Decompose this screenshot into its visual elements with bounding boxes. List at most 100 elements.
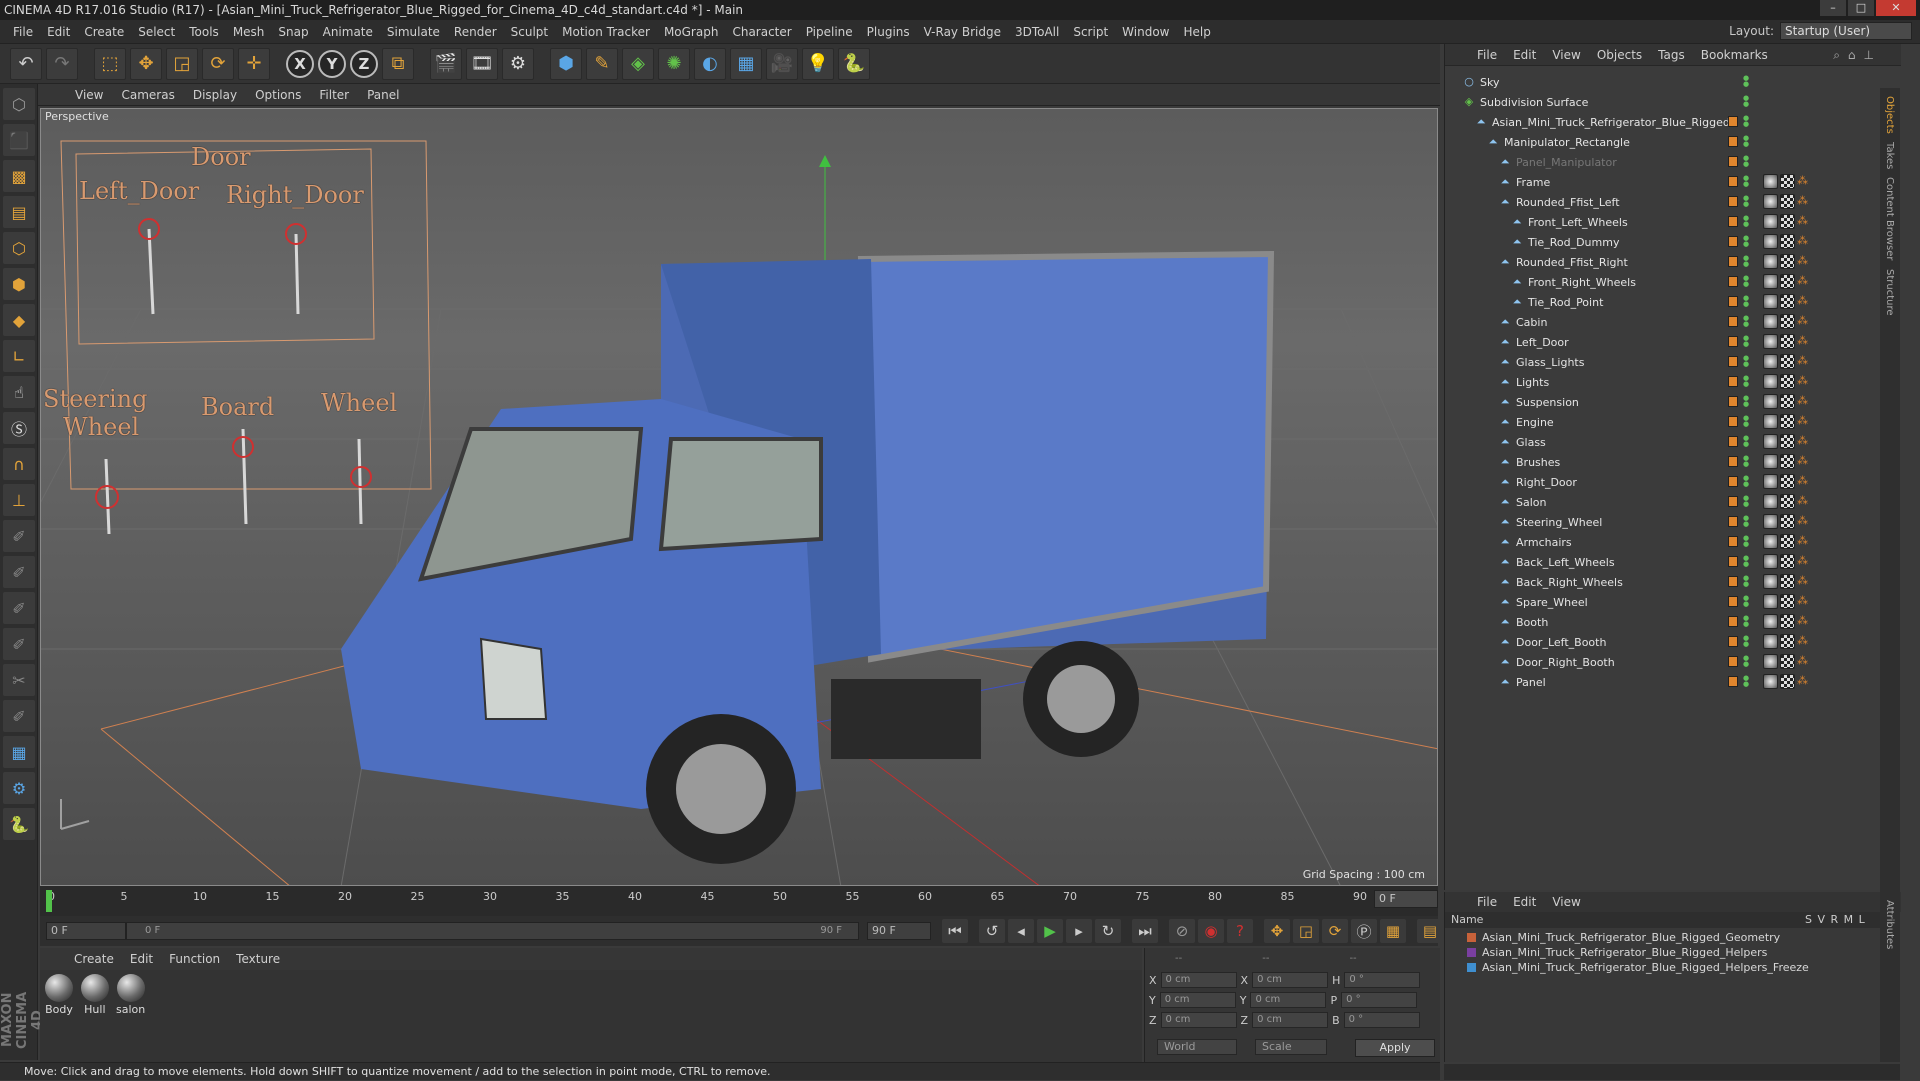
uvw-tag-icon[interactable] — [1780, 514, 1795, 529]
uvw-tag-icon[interactable] — [1780, 614, 1795, 629]
layer-color-tag[interactable] — [1728, 496, 1738, 507]
snap-icon[interactable]: Ⓢ — [3, 412, 35, 444]
constraint-tag-icon[interactable]: ⁂ — [1797, 394, 1812, 409]
visibility-toggle[interactable]: ● ● — [1743, 75, 1749, 88]
layer-color-tag[interactable] — [1728, 316, 1738, 327]
object-row[interactable]: ⏶ Tie_Rod_Point ● ● ⁂ — [1445, 292, 1901, 312]
layer-row[interactable]: Asian_Mini_Truck_Refrigerator_Blue_Rigge… — [1445, 945, 1881, 960]
x-axis-button[interactable]: X — [286, 49, 314, 78]
visibility-toggle[interactable]: ● ● — [1743, 215, 1749, 228]
material-menu-texture[interactable]: Texture — [228, 952, 288, 966]
menu-select[interactable]: Select — [131, 25, 182, 39]
material-tag-icon[interactable] — [1763, 534, 1778, 549]
visibility-toggle[interactable]: ● ● — [1743, 555, 1749, 568]
layer-color-tag[interactable] — [1728, 336, 1738, 347]
axis-mode-icon[interactable]: ∟ — [3, 340, 35, 372]
minimize-button[interactable]: – — [1820, 0, 1846, 16]
object-row[interactable]: ⏶ Spare_Wheel ● ● ⁂ — [1445, 592, 1901, 612]
uvw-tag-icon[interactable] — [1780, 234, 1795, 249]
objects-menu-objects[interactable]: Objects — [1589, 48, 1650, 62]
menu-character[interactable]: Character — [725, 25, 798, 39]
size-z-field[interactable]: 0 cm — [1252, 1012, 1329, 1028]
visibility-toggle[interactable]: ● ● — [1743, 315, 1749, 328]
start-frame-field[interactable]: 0 F — [46, 922, 126, 940]
constraint-tag-icon[interactable]: ⁂ — [1797, 354, 1812, 369]
timeline-icon[interactable]: ▤ — [1417, 919, 1443, 943]
close-button[interactable]: ✕ — [1876, 0, 1916, 16]
layer-color-tag[interactable] — [1728, 596, 1738, 607]
menu-pipeline[interactable]: Pipeline — [799, 25, 860, 39]
material-tag-icon[interactable] — [1763, 414, 1778, 429]
apply-button[interactable]: Apply — [1355, 1039, 1435, 1057]
layer-color-tag[interactable] — [1728, 216, 1738, 227]
object-row[interactable]: ⏶ Front_Right_Wheels ● ● ⁂ — [1445, 272, 1901, 292]
uvw-tag-icon[interactable] — [1780, 354, 1795, 369]
material-tag-icon[interactable] — [1763, 574, 1778, 589]
uvw-tag-icon[interactable] — [1780, 174, 1795, 189]
constraint-tag-icon[interactable]: ⁂ — [1797, 654, 1812, 669]
constraint-tag-icon[interactable]: ⁂ — [1797, 574, 1812, 589]
tab-content-browser[interactable]: Content Browser — [1884, 177, 1895, 260]
coordinate-mode-dropdown[interactable]: World — [1157, 1039, 1237, 1055]
object-row[interactable]: ⏶ Rounded_Ffist_Right ● ● ⁂ — [1445, 252, 1901, 272]
uvw-tag-icon[interactable] — [1780, 574, 1795, 589]
visibility-toggle[interactable]: ● ● — [1743, 655, 1749, 668]
constraint-tag-icon[interactable]: ⁂ — [1797, 414, 1812, 429]
material-body[interactable]: Body — [44, 974, 74, 1016]
constraint-tag-icon[interactable]: ⁂ — [1797, 454, 1812, 469]
next-frame-icon[interactable]: ▸ — [1066, 919, 1092, 943]
sculpt-brush-icon[interactable]: ✐ — [3, 520, 35, 552]
uvw-tag-icon[interactable] — [1780, 394, 1795, 409]
object-row[interactable]: ⏶ Brushes ● ● ⁂ — [1445, 452, 1901, 472]
layer-color-tag[interactable] — [1728, 376, 1738, 387]
previous-key-icon[interactable]: ↺ — [979, 919, 1005, 943]
uvw-tag-icon[interactable] — [1780, 294, 1795, 309]
position-x-field[interactable]: 0 cm — [1160, 972, 1237, 988]
end-frame-field[interactable]: 90 F — [867, 922, 931, 940]
material-tag-icon[interactable] — [1763, 594, 1778, 609]
uvw-tag-icon[interactable] — [1780, 314, 1795, 329]
redo-icon[interactable]: ↷ — [46, 47, 78, 80]
menu-render[interactable]: Render — [447, 25, 504, 39]
visibility-toggle[interactable]: ● ● — [1743, 675, 1749, 688]
constraint-tag-icon[interactable]: ⁂ — [1797, 314, 1812, 329]
object-row[interactable]: ⏶ Lights ● ● ⁂ — [1445, 372, 1901, 392]
constraint-tag-icon[interactable]: ⁂ — [1797, 174, 1812, 189]
menu-animate[interactable]: Animate — [316, 25, 380, 39]
object-row[interactable]: ⏶ Door_Right_Booth ● ● ⁂ — [1445, 652, 1901, 672]
uvw-tag-icon[interactable] — [1780, 494, 1795, 509]
object-row[interactable]: ⏶ Left_Door ● ● ⁂ — [1445, 332, 1901, 352]
key-parameter-icon[interactable]: Ⓟ — [1351, 919, 1377, 943]
object-row[interactable]: ⏶ Right_Door ● ● ⁂ — [1445, 472, 1901, 492]
visibility-toggle[interactable]: ● ● — [1743, 415, 1749, 428]
constraint-tag-icon[interactable]: ⁂ — [1797, 374, 1812, 389]
uvw-tag-icon[interactable] — [1780, 414, 1795, 429]
layers-menu-file[interactable]: File — [1469, 895, 1505, 909]
live-selection-icon[interactable]: ⬚ — [94, 47, 126, 80]
object-row[interactable]: ⏶ Panel_Manipulator ● ● — [1445, 152, 1901, 172]
constraint-tag-icon[interactable]: ⁂ — [1797, 254, 1812, 269]
rotate-tool-icon[interactable]: ⟳ — [202, 47, 234, 80]
object-row[interactable]: ⏶ Back_Right_Wheels ● ● ⁂ — [1445, 572, 1901, 592]
material-tag-icon[interactable] — [1763, 654, 1778, 669]
tab-objects[interactable]: Objects — [1884, 96, 1895, 134]
uvw-tag-icon[interactable] — [1780, 334, 1795, 349]
uvw-tag-icon[interactable] — [1780, 634, 1795, 649]
layer-color-tag[interactable] — [1728, 636, 1738, 647]
layers-menu-edit[interactable]: Edit — [1505, 895, 1544, 909]
tab-takes[interactable]: Takes — [1884, 142, 1895, 169]
visibility-toggle[interactable]: ● ● — [1743, 195, 1749, 208]
material-tag-icon[interactable] — [1763, 634, 1778, 649]
object-row[interactable]: ⏶ Salon ● ● ⁂ — [1445, 492, 1901, 512]
menu-mograph[interactable]: MoGraph — [657, 25, 726, 39]
uvw-tag-icon[interactable] — [1780, 554, 1795, 569]
menu-sculpt[interactable]: Sculpt — [504, 25, 555, 39]
position-z-field[interactable]: 0 cm — [1160, 1012, 1237, 1028]
visibility-toggle[interactable]: ● ● — [1743, 455, 1749, 468]
menu-motion-tracker[interactable]: Motion Tracker — [555, 25, 657, 39]
menu-edit[interactable]: Edit — [40, 25, 77, 39]
material-tag-icon[interactable] — [1763, 514, 1778, 529]
layer-color-tag[interactable] — [1728, 156, 1738, 167]
rotation-p-field[interactable]: 0 ° — [1341, 992, 1418, 1008]
coordinate-system-icon[interactable]: ⧉ — [382, 47, 414, 80]
